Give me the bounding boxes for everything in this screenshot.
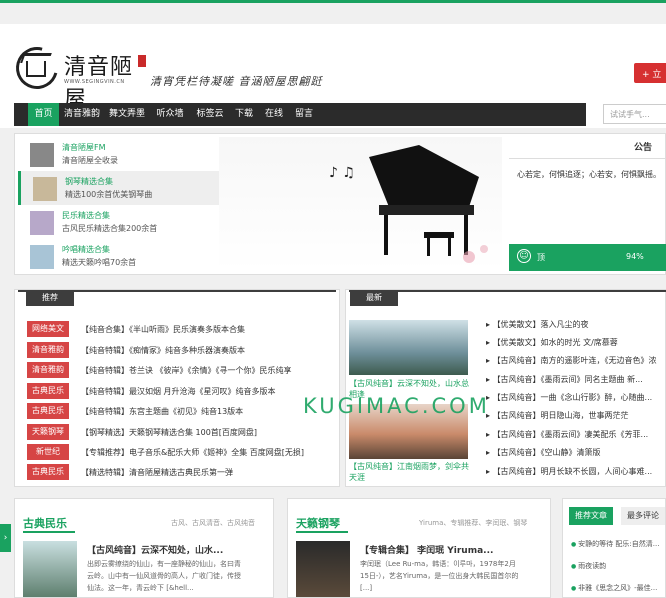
category-title-underline (23, 531, 75, 533)
tab-most-comments[interactable]: 最多评论 (621, 507, 665, 525)
post-link[interactable]: 【纯音特辑】《痴情冢》纯音多种乐器演奏版本 (81, 345, 245, 356)
category-tag[interactable]: 清音雅韵 (27, 342, 69, 358)
post-title[interactable]: 【专辑合集】 李闰珉 Yiruma... (360, 543, 493, 556)
nav-item-online[interactable]: 在线 (262, 103, 286, 126)
featured-title: 钢琴精选合集 (65, 177, 113, 186)
featured-subtitle: 古风民乐精选合集200余首 (62, 224, 158, 233)
post-thumbnail[interactable] (296, 541, 350, 597)
register-button[interactable]: + 立 (634, 63, 666, 83)
post-excerpt: 李闰珉（Lee Ru-ma，韩语：이루마，1978年2月15日-），艺名Yiru… (360, 560, 519, 592)
category-tag[interactable]: 古典民乐 (27, 464, 69, 480)
latest-item[interactable]: 【古风纯音】《空山静》清箫版 (486, 447, 601, 458)
site-url: WWW.SEGINGVIN.CN (64, 79, 125, 85)
progress-percent: 94% (626, 252, 644, 261)
nav-item-audience[interactable]: 听众墙 (154, 103, 186, 126)
post-thumbnail[interactable] (23, 541, 77, 597)
notice-text: 心若定，何惧追逐；心若安，何惧飘摇。 (517, 170, 661, 179)
category-tag[interactable]: 网络美文 (27, 321, 69, 337)
sidebar-tabs: 推荐文章 最多评论 安静的等待 配乐:自然清... 雨夜读韵 非雅《思念之风》-… (562, 498, 666, 598)
featured-title: 清音陋屋FM (62, 143, 106, 152)
post-link[interactable]: 【纯音合集】《半山听雨》民乐演奏多版本合集 (81, 324, 245, 335)
tab-recommended[interactable]: 推荐文章 (569, 507, 613, 525)
category-tags[interactable]: Yiruma、专辑推荐、李闰珉、钢琴 (419, 518, 527, 528)
radio-icon (30, 143, 54, 167)
watermark-text: KUGIMAC.COM (303, 394, 490, 418)
post-excerpt: 出即云雾缭绕的仙山，有一座静秘的仙山，名曰青云岭。山中有一仙风道骨的高人，广收门… (87, 560, 241, 592)
sidebar-item[interactable]: 安静的等待 配乐:自然清... (571, 539, 659, 549)
featured-banner-image[interactable]: ♪ ♫ (219, 137, 502, 271)
latest-thumb-1[interactable] (349, 320, 468, 375)
recommend-heading: 推荐 (26, 290, 74, 306)
nav-item-download[interactable]: 下载 (232, 103, 256, 126)
post-link[interactable]: 【纯音特辑】东宫主题曲《初见》纯音13版本 (81, 406, 243, 417)
notice-progress-bar: ☺ 顶 94% (509, 244, 666, 271)
nav-item-tags[interactable]: 标签云 (194, 103, 226, 126)
logo-house-icon (26, 61, 46, 77)
post-link[interactable]: 【纯音特辑】苍兰诀 《彼岸》《余情》《寻一个你》民乐纯享 (81, 365, 292, 376)
post-title[interactable]: 【古风纯音】云深不知处，山水... (87, 543, 223, 556)
sidebar-item[interactable]: 非雅《思念之风》-最佳... (571, 583, 657, 593)
category-tag[interactable]: 古典民乐 (27, 403, 69, 419)
top-label: 顶 (537, 253, 545, 262)
chevron-right-icon[interactable]: › (0, 524, 11, 552)
post-link[interactable]: 【钢琴精选】天籁钢琴精选合集 100首[百度网盘] (81, 427, 257, 438)
latest-item[interactable]: 【古风纯音】南方的遥影叶连，《无边音色》浓 (486, 355, 657, 366)
logo-seal-icon (138, 55, 146, 67)
category-tags[interactable]: 古风、古风清音、古风纯音 (171, 518, 255, 528)
main-nav: 首页 清音雅韵 舞文弄墨 听众墙 标签云 下载 在线 留言 (14, 103, 586, 126)
latest-item[interactable]: 【古风纯音】《墨雨云间》凄美配乐《芳菲... (486, 429, 649, 440)
svg-text:♪ ♫: ♪ ♫ (329, 165, 355, 181)
featured-subtitle: 精选天籁吟唱70余首 (62, 258, 137, 267)
featured-subtitle: 精选100余首优美钢琴曲 (65, 190, 153, 199)
latest-caption-2[interactable]: 【古风纯音】江南烟雨梦，剑伞共天涯 (349, 461, 471, 483)
category-tag[interactable]: 古典民乐 (27, 383, 69, 399)
top-accent-bar (0, 0, 666, 3)
latest-item[interactable]: 【古风纯音】一曲《念山行影》醉，心随曲... (486, 392, 653, 403)
sidebar-item[interactable]: 雨夜读韵 (571, 561, 606, 571)
featured-item-vocal[interactable]: 吟唱精选合集 精选天籁吟唱70余首 (18, 239, 222, 273)
featured-item-piano[interactable]: 钢琴精选合集 精选100余首优美钢琴曲 (18, 171, 222, 205)
category-tag[interactable]: 天籁钢琴 (27, 424, 69, 440)
site-slogan: 清宵凭栏待凝嗟 音涵陋屋思翩跹 (150, 75, 323, 88)
notice-heading: 公告 (509, 137, 666, 159)
featured-subtitle: 清音陋屋全收录 (62, 156, 118, 165)
latest-item[interactable]: 【古风纯音】明月长缺不长圆，人间心事难... (486, 466, 653, 477)
piano-thumb-icon (33, 177, 57, 201)
nav-item-home[interactable]: 首页 (28, 103, 59, 126)
latest-item[interactable]: 【古风纯音】明日隐山海，世事两茫茫 (486, 410, 629, 421)
category-tag[interactable]: 新世纪 (27, 444, 69, 460)
category-title[interactable]: 古典民乐 (23, 515, 67, 531)
search-input[interactable]: 试试手气... (603, 104, 666, 124)
category-box-folk: 古典民乐 古风、古风清音、古风纯音 【古风纯音】云深不知处，山水... 出即云雾… (14, 498, 274, 598)
post-link[interactable]: 【纯音特辑】最汉如烟 月升沧海《星河叹》纯音多版本 (81, 386, 276, 397)
grand-piano-icon: ♪ ♫ (329, 145, 488, 263)
latest-item[interactable]: 【优美散文】如水的时光 文/席慕蓉 (486, 337, 618, 348)
nav-item-message[interactable]: 留言 (292, 103, 316, 126)
category-title[interactable]: 天籁钢琴 (296, 515, 340, 531)
post-link[interactable]: 【精选特辑】清音陋屋精选古典民乐第一弹 (81, 467, 233, 478)
site-logo[interactable]: 清音陋屋 WWW.SEGINGVIN.CN (8, 39, 146, 112)
smile-icon: ☺ (517, 249, 531, 263)
featured-item-fm[interactable]: 清音陋屋FM 清音陋屋全收录 (18, 137, 222, 171)
nav-item-music[interactable]: 清音雅韵 (62, 103, 102, 126)
vocal-thumb-icon (30, 245, 54, 269)
folk-thumb-icon (30, 211, 54, 235)
nav-item-writing[interactable]: 舞文弄墨 (107, 103, 147, 126)
latest-item[interactable]: 【古风纯音】《墨雨云间》同名主题曲 新... (486, 374, 643, 385)
featured-title: 民乐精选合集 (62, 211, 110, 220)
featured-item-folk[interactable]: 民乐精选合集 古风民乐精选合集200余首 (18, 205, 222, 239)
category-box-piano: 天籁钢琴 Yiruma、专辑推荐、李闰珉、钢琴 【专辑合集】 李闰珉 Yirum… (287, 498, 551, 598)
latest-item[interactable]: 【优美散文】落入凡尘的夜 (486, 319, 589, 330)
post-link[interactable]: 【专辑推荐】电子音乐&配乐大师《姬神》全集 百度网盘[无损] (81, 447, 304, 458)
featured-title: 吟唱精选合集 (62, 245, 110, 254)
latest-heading: 最新 (350, 290, 398, 306)
category-title-underline (296, 531, 348, 533)
category-tag[interactable]: 清音雅韵 (27, 362, 69, 378)
